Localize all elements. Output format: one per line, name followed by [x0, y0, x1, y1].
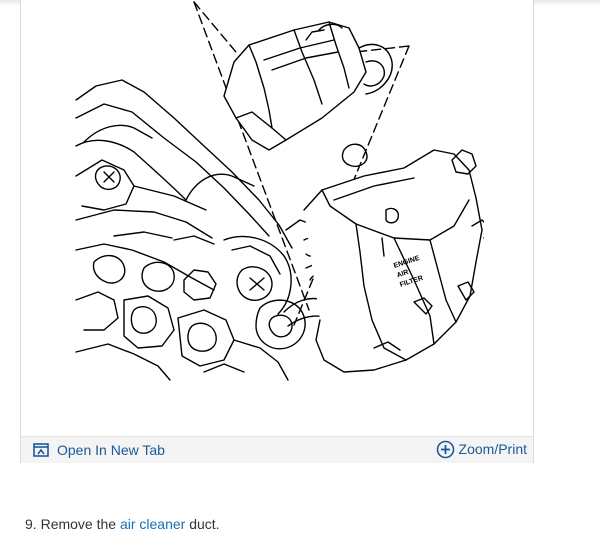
zoom-print-label: Zoom/Print	[458, 441, 527, 457]
zoom-print-button[interactable]: Zoom/Print	[436, 438, 527, 460]
engine-diagram[interactable]: ENGINE AIR FILTER	[74, 0, 484, 382]
instruction-step: 9. Remove the air cleaner duct.	[25, 515, 220, 533]
step-text-before: Remove the	[40, 516, 117, 532]
figure-footer: Open In New Tab Zoom/Print	[21, 436, 533, 463]
figure-card: ENGINE AIR FILTER Open In New Tab Zoom/P…	[20, 0, 534, 463]
step-text-after: duct.	[189, 516, 220, 532]
plus-circle-icon	[436, 440, 454, 458]
air-cleaner-link[interactable]: air cleaner	[120, 516, 185, 532]
open-in-new-tab-link[interactable]: Open In New Tab	[33, 440, 165, 460]
open-in-new-tab-label: Open In New Tab	[57, 442, 165, 458]
step-number: 9.	[25, 516, 37, 532]
new-tab-icon	[33, 443, 49, 457]
